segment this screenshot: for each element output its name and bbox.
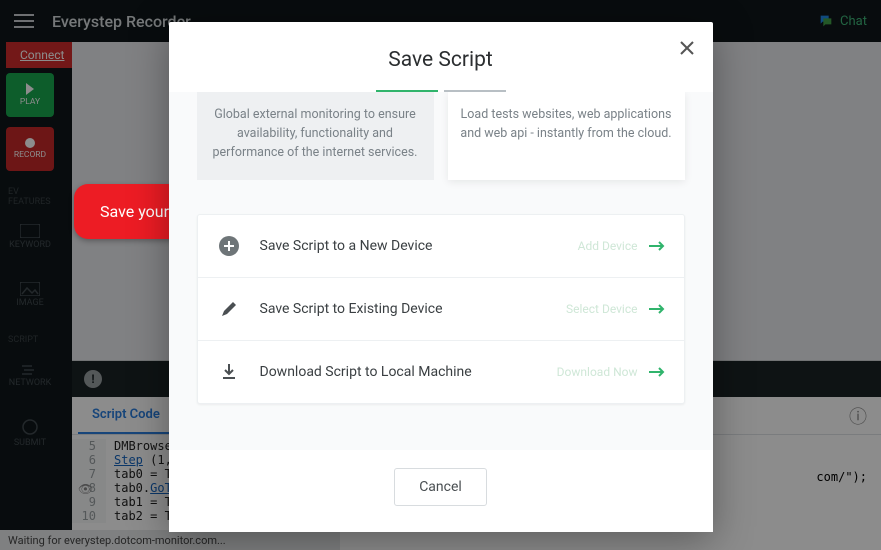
pencil-icon xyxy=(216,296,242,322)
info-card-monitoring[interactable]: Global external monitoring to ensure ava… xyxy=(197,92,434,180)
save-option-plus[interactable]: Save Script to a New DeviceAdd Device xyxy=(198,215,684,278)
option-label: Download Script to Local Machine xyxy=(260,364,557,380)
save-script-dialog: Save Script Global external monitoring t… xyxy=(169,22,713,532)
save-option-pencil[interactable]: Save Script to Existing DeviceSelect Dev… xyxy=(198,278,684,341)
dialog-title: Save Script xyxy=(189,48,693,72)
cancel-button[interactable]: Cancel xyxy=(394,468,487,506)
arrow-right-icon xyxy=(648,363,666,382)
dialog-header: Save Script xyxy=(169,22,713,90)
option-label: Save Script to Existing Device xyxy=(260,301,567,317)
save-options: Save Script to a New DeviceAdd DeviceSav… xyxy=(197,214,685,404)
arrow-right-icon xyxy=(648,237,666,256)
plus-icon xyxy=(216,233,242,259)
save-option-download[interactable]: Download Script to Local MachineDownload… xyxy=(198,341,684,403)
download-icon xyxy=(216,359,242,385)
arrow-right-icon xyxy=(648,300,666,319)
option-action: Select Device xyxy=(566,302,638,316)
option-action: Download Now xyxy=(557,365,638,379)
info-card-loadtest[interactable]: Load tests websites, web applications an… xyxy=(448,92,685,180)
option-label: Save Script to a New Device xyxy=(260,238,578,254)
dialog-footer: Cancel xyxy=(169,450,713,532)
option-action: Add Device xyxy=(578,239,638,253)
close-icon[interactable] xyxy=(675,36,699,60)
info-cards: Global external monitoring to ensure ava… xyxy=(197,92,685,180)
dialog-body: Global external monitoring to ensure ava… xyxy=(169,92,713,450)
